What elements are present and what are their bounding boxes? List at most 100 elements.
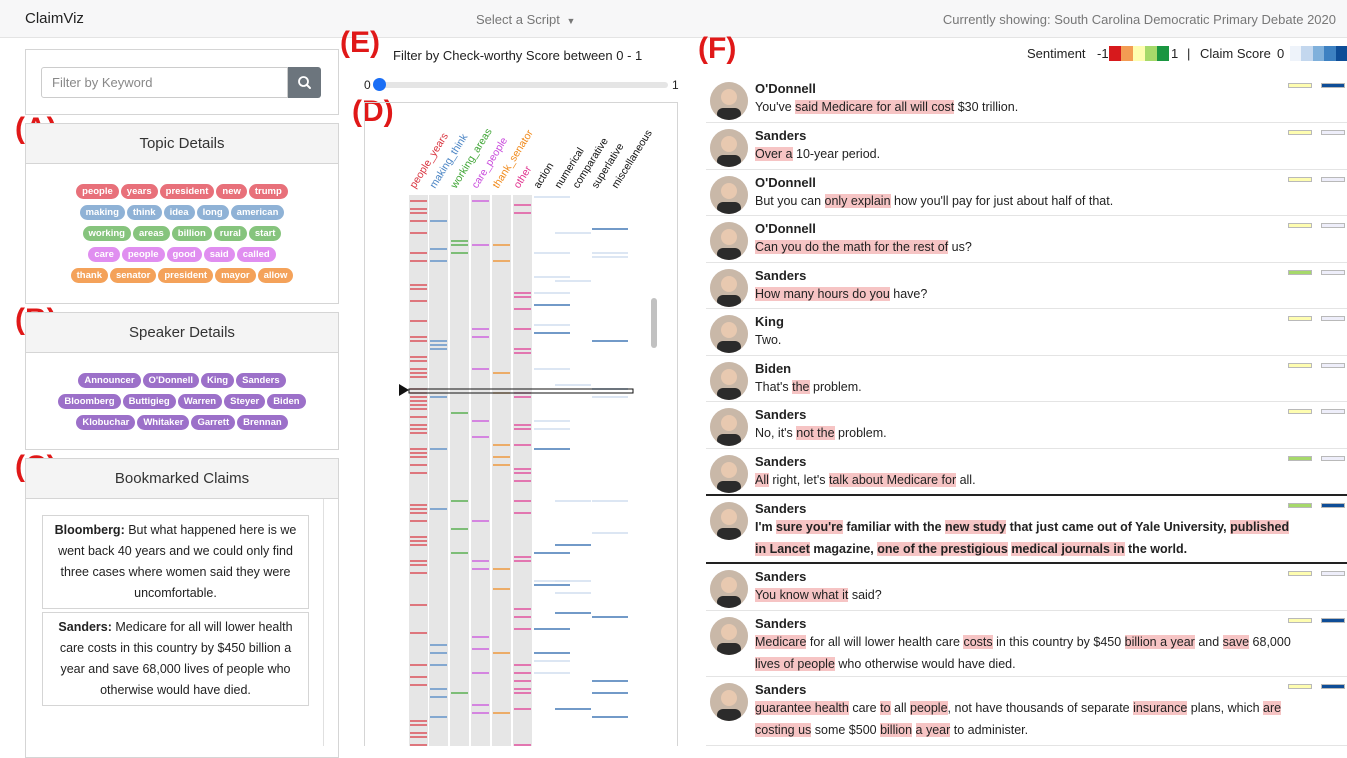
checkworthy-token-highlight: billion (880, 723, 913, 737)
utterance-text-segment: all (890, 701, 910, 715)
brand-title[interactable]: ClaimViz (25, 10, 84, 27)
utterance-row[interactable]: Sanders I'm sure you're familiar with the… (706, 496, 1347, 564)
utterance-row[interactable]: King Two. (706, 309, 1347, 356)
matrix-scrollbar-thumb[interactable] (651, 298, 657, 348)
speaker-pill-row: Klobuchar Whitaker Garrett Brennan (26, 415, 338, 436)
utterance-row[interactable]: O'Donnell You've said Medicare for all wi… (706, 76, 1347, 123)
utterance-text: Two. (755, 329, 1295, 351)
panel-label-f: (F) (698, 32, 737, 65)
utterance-row[interactable]: O'Donnell Can you do the math for the res… (706, 216, 1347, 263)
speaker-pill[interactable]: O'Donnell (142, 373, 199, 388)
speaker-avatar (710, 315, 748, 353)
claim-score-indicator (1321, 456, 1345, 461)
sentiment-color-scale (1109, 46, 1169, 61)
topic-keyword-pill[interactable]: allow (257, 268, 294, 283)
sentiment-legend-min: -1 (1097, 46, 1109, 61)
checkworthy-token-highlight: Can you do the math for the rest of (755, 240, 949, 254)
utterance-text-segment: to administer. (950, 723, 1029, 737)
topic-keyword-pill[interactable]: long (196, 205, 229, 220)
checkworthy-slider-handle[interactable] (373, 78, 386, 91)
topic-keyword-pill[interactable]: working (82, 226, 131, 241)
utterance-row[interactable]: Sanders All right, let's talk about Medic… (706, 449, 1347, 496)
utterance-text-segment: You've (755, 100, 796, 114)
sentiment-indicator (1288, 270, 1312, 275)
topic-keyword-pill[interactable]: mayor (215, 268, 256, 283)
checkworthy-token-highlight: guarantee health (755, 701, 849, 715)
sentiment-indicator (1288, 456, 1312, 461)
utterance-row[interactable]: O'Donnell But you can only explain how yo… (706, 170, 1347, 216)
script-select-dropdown[interactable]: Select a Script ▼ (476, 12, 575, 27)
utterance-row[interactable]: Sanders No, it's not the problem. (706, 402, 1347, 449)
claim-score-scale-swatch (1290, 46, 1302, 61)
topic-keyword-pill[interactable]: areas (132, 226, 170, 241)
speaker-pill[interactable]: Biden (267, 394, 306, 409)
topic-keyword-pill[interactable]: people (121, 247, 165, 262)
speaker-pill[interactable]: Garrett (191, 415, 236, 430)
topic-keyword-pill[interactable]: called (236, 247, 276, 262)
matrix-position-marker-icon[interactable] (396, 380, 412, 400)
speaker-pill[interactable]: Bloomberg (58, 394, 121, 409)
topic-keyword-pill[interactable]: years (120, 184, 158, 199)
topic-keyword-pill[interactable]: billion (171, 226, 212, 241)
speaker-pill[interactable]: Steyer (224, 394, 266, 409)
utterance-text-segment: No, it's (755, 426, 797, 440)
bookmarks-scroll-divider (323, 499, 324, 746)
panel-label-e: (E) (340, 26, 380, 59)
speaker-pill[interactable]: Klobuchar (76, 415, 136, 430)
claim-score-indicator (1321, 503, 1345, 508)
topic-keyword-pill[interactable]: good (166, 247, 202, 262)
utterance-row[interactable]: Sanders How many hours do you have? (706, 263, 1347, 309)
topic-keyword-pill[interactable]: rural (213, 226, 247, 241)
topic-keyword-pill[interactable]: senator (109, 268, 157, 283)
topic-keyword-pill[interactable]: making (79, 205, 125, 220)
utterance-row[interactable]: Biden That's the problem. (706, 356, 1347, 402)
legend-separator: | (1187, 46, 1191, 61)
topic-matrix-view[interactable]: people_years making_think working_areas car… (364, 102, 678, 746)
speaker-pill[interactable]: Brennan (237, 415, 288, 430)
utterance-text-segment: $30 trillion. (954, 100, 1019, 114)
topic-keyword-pill[interactable]: said (203, 247, 235, 262)
topic-keyword-pill[interactable]: thank (70, 268, 108, 283)
utterance-row[interactable]: Sanders Over a 10-year period. (706, 123, 1347, 170)
speaker-avatar (710, 455, 748, 493)
topic-keyword-pill[interactable]: idea (163, 205, 195, 220)
utterance-speaker-name: O'Donnell (755, 221, 816, 236)
utterance-text-segment: right, let's (768, 473, 829, 487)
speaker-pill[interactable]: Warren (177, 394, 223, 409)
claim-score-legend-label: Claim Score (1200, 46, 1271, 61)
utterance-row[interactable]: Sanders You know what it said? (706, 564, 1347, 611)
topic-keyword-pill[interactable]: new (216, 184, 247, 199)
utterance-row[interactable]: Sanders Medicare for all will lower healt… (706, 611, 1347, 677)
claim-score-color-scale (1290, 46, 1347, 61)
topic-keyword-pill[interactable]: president (158, 268, 214, 283)
utterance-text: But you can only explain how you'll pay … (755, 190, 1295, 212)
speaker-pill[interactable]: King (201, 373, 235, 388)
speaker-pill[interactable]: Buttigieg (122, 394, 176, 409)
topic-keyword-pill[interactable]: american (230, 205, 285, 220)
utterance-row[interactable]: Sanders guarantee health care to all peop… (706, 677, 1347, 746)
sentiment-indicator (1288, 363, 1312, 368)
claim-score-indicator (1321, 363, 1345, 368)
speaker-pill[interactable]: Sanders (236, 373, 286, 388)
topic-matrix-chart[interactable]: people_yearsmaking_thinkworking_areascar… (365, 103, 678, 746)
bookmarked-claims-title: Bookmarked Claims (26, 459, 338, 499)
speaker-pill[interactable]: Announcer (78, 373, 141, 388)
matrix-column-label[interactable]: action (531, 160, 556, 190)
bookmarked-claim-item[interactable]: Sanders: Medicare for all will lower hea… (42, 612, 309, 706)
checkworthy-token-highlight: not the (796, 426, 835, 440)
checkworthy-slider-track[interactable] (380, 82, 668, 88)
search-button[interactable] (288, 67, 321, 98)
topic-keyword-pill[interactable]: people (76, 184, 119, 199)
utterance-speaker-name: Sanders (755, 407, 807, 422)
utterance-speaker-name: Sanders (755, 128, 807, 143)
topic-keyword-pill[interactable]: president (159, 184, 215, 199)
speaker-pill[interactable]: Whitaker (137, 415, 190, 430)
topic-keyword-pill[interactable]: start (248, 226, 282, 241)
keyword-search-input[interactable]: Filter by Keyword (41, 67, 288, 98)
sentiment-scale-swatch (1121, 46, 1133, 61)
topic-keyword-pill[interactable]: think (126, 205, 162, 220)
bookmarked-claim-item[interactable]: Bloomberg: But what happened here is we … (42, 515, 309, 609)
utterance-text-segment: and (1194, 635, 1223, 649)
topic-keyword-pill[interactable]: care (88, 247, 120, 262)
topic-keyword-pill[interactable]: trump (248, 184, 288, 199)
